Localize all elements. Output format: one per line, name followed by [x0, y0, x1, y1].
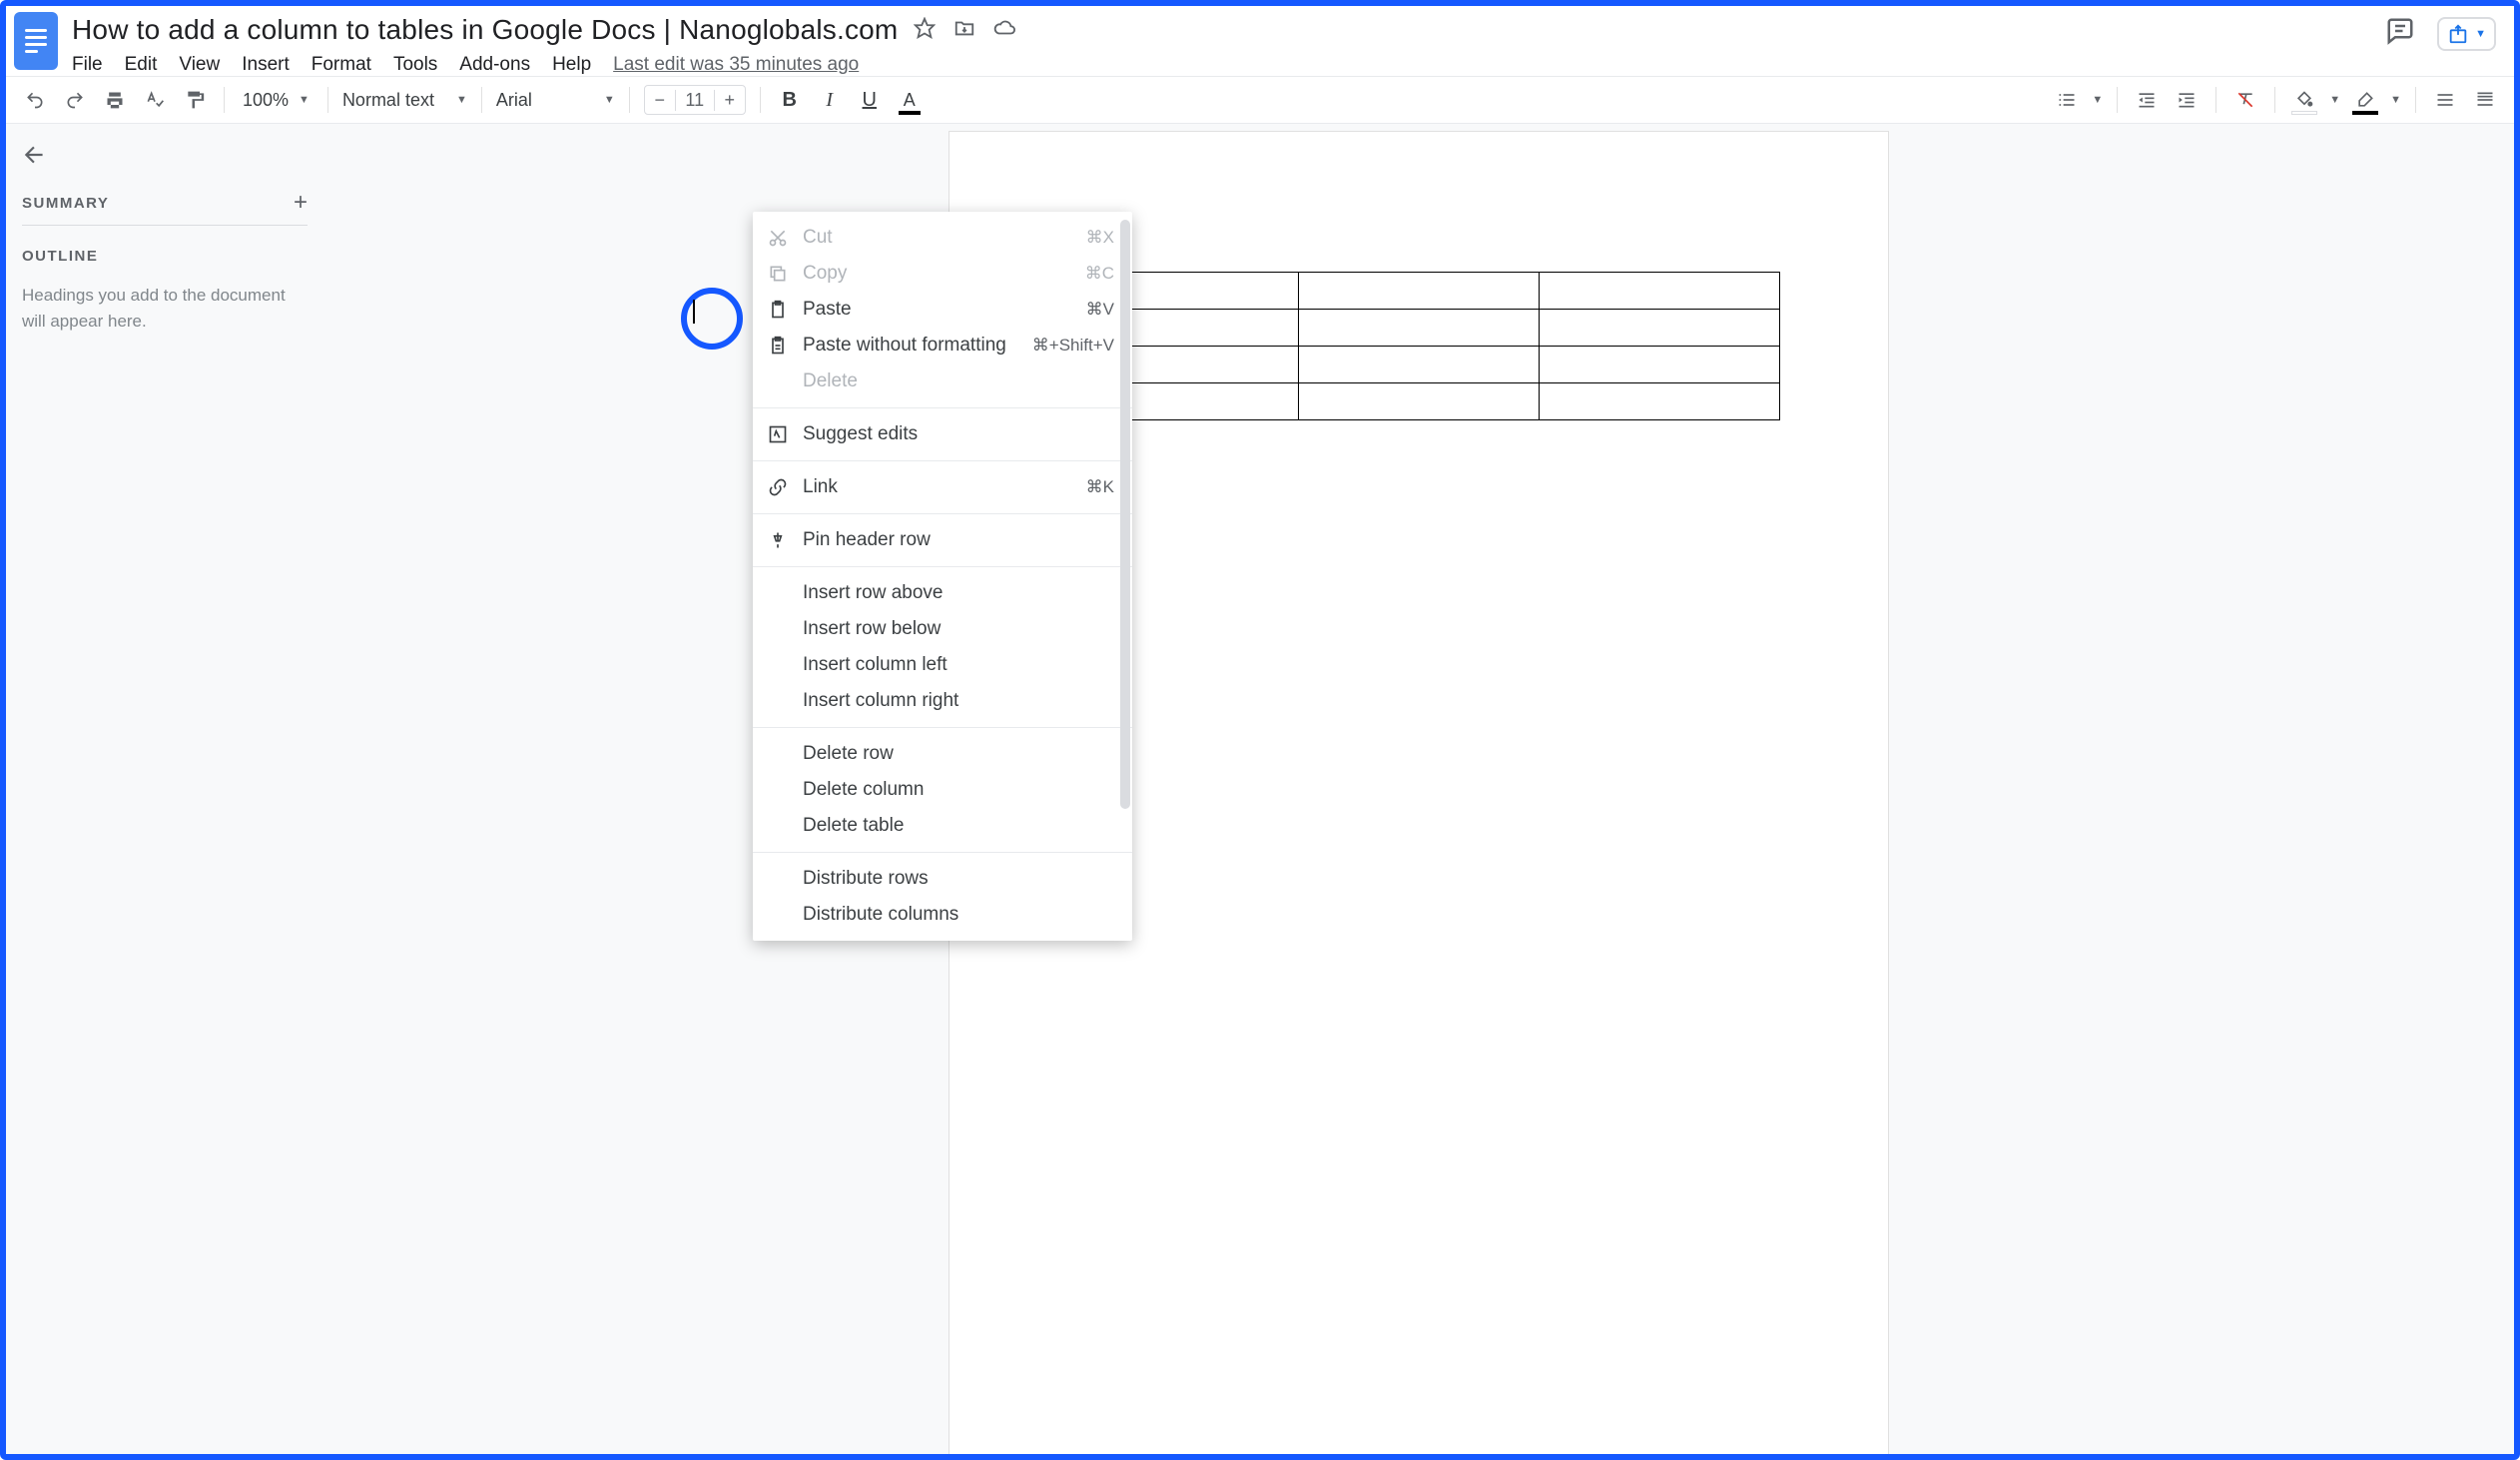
font-value: Arial: [496, 90, 532, 111]
table-row: [1058, 383, 1780, 420]
toolbar: 100% ▼ Normal text ▼ Arial ▼ − 11 + B I …: [6, 76, 2514, 124]
spellcheck-button[interactable]: [140, 85, 170, 115]
table-row: [1058, 347, 1780, 383]
underline-button[interactable]: U: [855, 85, 885, 115]
menu-view[interactable]: View: [179, 54, 220, 76]
link-icon: [767, 476, 789, 498]
numbered-list-button[interactable]: [2052, 85, 2082, 115]
menu-delete-table[interactable]: Delete table: [753, 808, 1132, 844]
chevron-down-icon[interactable]: ▼: [2329, 94, 2340, 106]
menu-distribute-rows[interactable]: Distribute rows: [753, 861, 1132, 897]
chevron-down-icon: ▼: [299, 94, 310, 106]
comments-icon[interactable]: [2385, 16, 2415, 51]
italic-button[interactable]: I: [815, 85, 845, 115]
menu-insert-row-below[interactable]: Insert row below: [753, 611, 1132, 647]
zoom-dropdown[interactable]: 100% ▼: [239, 90, 314, 111]
menu-insert-row-above[interactable]: Insert row above: [753, 575, 1132, 611]
editing-mode-button[interactable]: [2430, 85, 2460, 115]
menu-copy: Copy ⌘C: [753, 256, 1132, 292]
menu-paste[interactable]: Paste ⌘V: [753, 292, 1132, 328]
table-row: [1058, 310, 1780, 347]
decrease-font-size-button[interactable]: −: [645, 90, 675, 111]
chevron-down-icon: ▼: [604, 94, 615, 106]
share-button[interactable]: ▼: [2437, 17, 2496, 51]
context-menu: Cut ⌘X Copy ⌘C Paste ⌘V Paste without fo…: [753, 212, 1132, 941]
menu-edit[interactable]: Edit: [125, 54, 158, 76]
menu-suggest-edits[interactable]: Suggest edits: [753, 416, 1132, 452]
chevron-down-icon: ▼: [456, 94, 467, 106]
cloud-status-icon[interactable]: [993, 17, 1015, 44]
scrollbar[interactable]: [1120, 220, 1130, 809]
outline-hint: Headings you add to the document will ap…: [22, 283, 308, 334]
styles-dropdown[interactable]: Normal text ▼: [342, 90, 467, 111]
styles-value: Normal text: [342, 90, 434, 111]
decrease-indent-button[interactable]: [2132, 85, 2162, 115]
hide-menus-button[interactable]: [2470, 85, 2500, 115]
table-row: [1058, 273, 1780, 310]
menu-delete-column[interactable]: Delete column: [753, 772, 1132, 808]
bold-button[interactable]: B: [775, 85, 805, 115]
menu-format[interactable]: Format: [312, 54, 371, 76]
app-frame: How to add a column to tables in Google …: [0, 0, 2520, 1460]
paste-plain-icon: [767, 335, 789, 357]
menu-delete-row[interactable]: Delete row: [753, 736, 1132, 772]
increase-indent-button[interactable]: [2172, 85, 2202, 115]
menu-bar: File Edit View Insert Format Tools Add-o…: [72, 48, 2371, 76]
document-title[interactable]: How to add a column to tables in Google …: [72, 12, 898, 48]
move-to-folder-icon[interactable]: [953, 17, 975, 44]
chevron-down-icon[interactable]: ▼: [2092, 94, 2103, 106]
menu-help[interactable]: Help: [552, 54, 591, 76]
cut-icon: [767, 227, 789, 249]
star-icon[interactable]: [914, 17, 936, 44]
print-button[interactable]: [100, 85, 130, 115]
title-bar: How to add a column to tables in Google …: [6, 6, 2514, 76]
menu-addons[interactable]: Add-ons: [459, 54, 530, 76]
pin-icon: [767, 529, 789, 551]
menu-insert-column-right[interactable]: Insert column right: [753, 683, 1132, 719]
document-body: SUMMARY + OUTLINE Headings you add to th…: [6, 124, 2514, 1454]
increase-font-size-button[interactable]: +: [715, 90, 745, 111]
paste-icon: [767, 299, 789, 321]
font-dropdown[interactable]: Arial ▼: [496, 90, 615, 111]
chevron-down-icon: ▼: [2475, 28, 2486, 40]
menu-link[interactable]: Link ⌘K: [753, 469, 1132, 505]
menu-insert[interactable]: Insert: [242, 54, 290, 76]
menu-distribute-columns[interactable]: Distribute columns: [753, 897, 1132, 933]
text-cursor: [693, 300, 695, 324]
menu-tools[interactable]: Tools: [393, 54, 437, 76]
clear-formatting-button[interactable]: [2230, 85, 2260, 115]
text-color-button[interactable]: A: [895, 85, 925, 115]
add-summary-button[interactable]: +: [294, 191, 308, 215]
zoom-value: 100%: [243, 90, 289, 111]
summary-label: SUMMARY: [22, 195, 109, 212]
menu-insert-column-left[interactable]: Insert column left: [753, 647, 1132, 683]
paint-format-button[interactable]: [180, 85, 210, 115]
menu-delete: Delete: [753, 364, 1132, 399]
document-table[interactable]: [1057, 272, 1780, 420]
outline-label: OUTLINE: [22, 248, 308, 265]
font-size-value[interactable]: 11: [675, 90, 715, 111]
copy-icon: [767, 263, 789, 285]
menu-cut: Cut ⌘X: [753, 220, 1132, 256]
menu-paste-without-formatting[interactable]: Paste without formatting ⌘+Shift+V: [753, 328, 1132, 364]
font-size-stepper: − 11 +: [644, 85, 746, 115]
fill-color-button[interactable]: [2289, 85, 2319, 115]
last-edit-link[interactable]: Last edit was 35 minutes ago: [613, 54, 859, 76]
menu-file[interactable]: File: [72, 54, 103, 76]
chevron-down-icon[interactable]: ▼: [2390, 94, 2401, 106]
redo-button[interactable]: [60, 85, 90, 115]
menu-pin-header-row[interactable]: Pin header row: [753, 522, 1132, 558]
docs-logo-icon[interactable]: [14, 12, 58, 70]
outline-panel: SUMMARY + OUTLINE Headings you add to th…: [6, 124, 323, 1454]
undo-button[interactable]: [20, 85, 50, 115]
highlight-color-button[interactable]: [2350, 85, 2380, 115]
outline-collapse-button[interactable]: [22, 142, 308, 173]
suggest-icon: [767, 423, 789, 445]
